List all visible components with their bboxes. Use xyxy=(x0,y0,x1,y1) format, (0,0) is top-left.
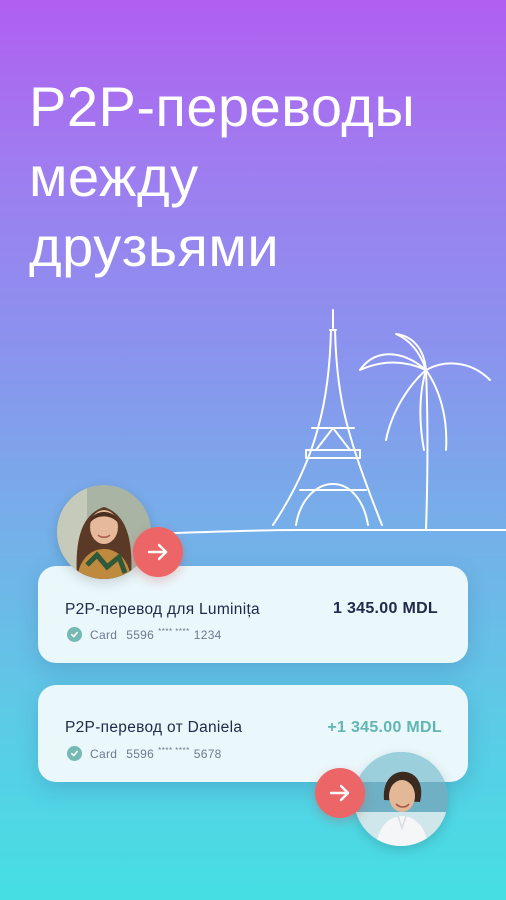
woman-avatar xyxy=(354,752,448,846)
card-label: Card xyxy=(90,746,118,761)
card-suffix: 5678 xyxy=(193,746,222,761)
card-label: Card xyxy=(90,627,118,642)
headline: P2P-переводы между друзьями xyxy=(29,72,489,282)
card-prefix: 5596 xyxy=(126,627,155,642)
transfer-amount: +1 345.00 MDL xyxy=(327,719,442,736)
card-mask: **** **** xyxy=(158,627,190,636)
ground-line xyxy=(149,529,506,535)
eiffel-tower-icon xyxy=(272,309,383,526)
card-mask: **** **** xyxy=(158,746,190,755)
transfer-card-outgoing[interactable]: P2P-перевод для Luminița 1 345.00 MDL Ca… xyxy=(38,566,468,663)
palm-tree-icon xyxy=(359,333,491,531)
headline-line-3: друзьями xyxy=(29,215,280,278)
receiver-avatar xyxy=(354,752,448,846)
transfer-amount: 1 345.00 MDL xyxy=(333,600,438,617)
card-suffix: 1234 xyxy=(193,627,222,642)
arrow-right-icon[interactable] xyxy=(133,527,183,577)
check-icon xyxy=(67,627,82,642)
transfer-title: P2P-перевод от Daniela xyxy=(65,719,243,736)
check-icon xyxy=(67,746,82,761)
transfer-title: P2P-перевод для Luminița xyxy=(65,601,260,618)
headline-line-1: P2P-переводы xyxy=(29,75,416,138)
card-prefix: 5596 xyxy=(126,746,155,761)
headline-line-2: между xyxy=(29,145,199,208)
arrow-right-icon[interactable] xyxy=(315,768,365,818)
card-info: Card 5596 **** **** 1234 xyxy=(67,627,222,642)
card-info: Card 5596 **** **** 5678 xyxy=(67,746,222,761)
